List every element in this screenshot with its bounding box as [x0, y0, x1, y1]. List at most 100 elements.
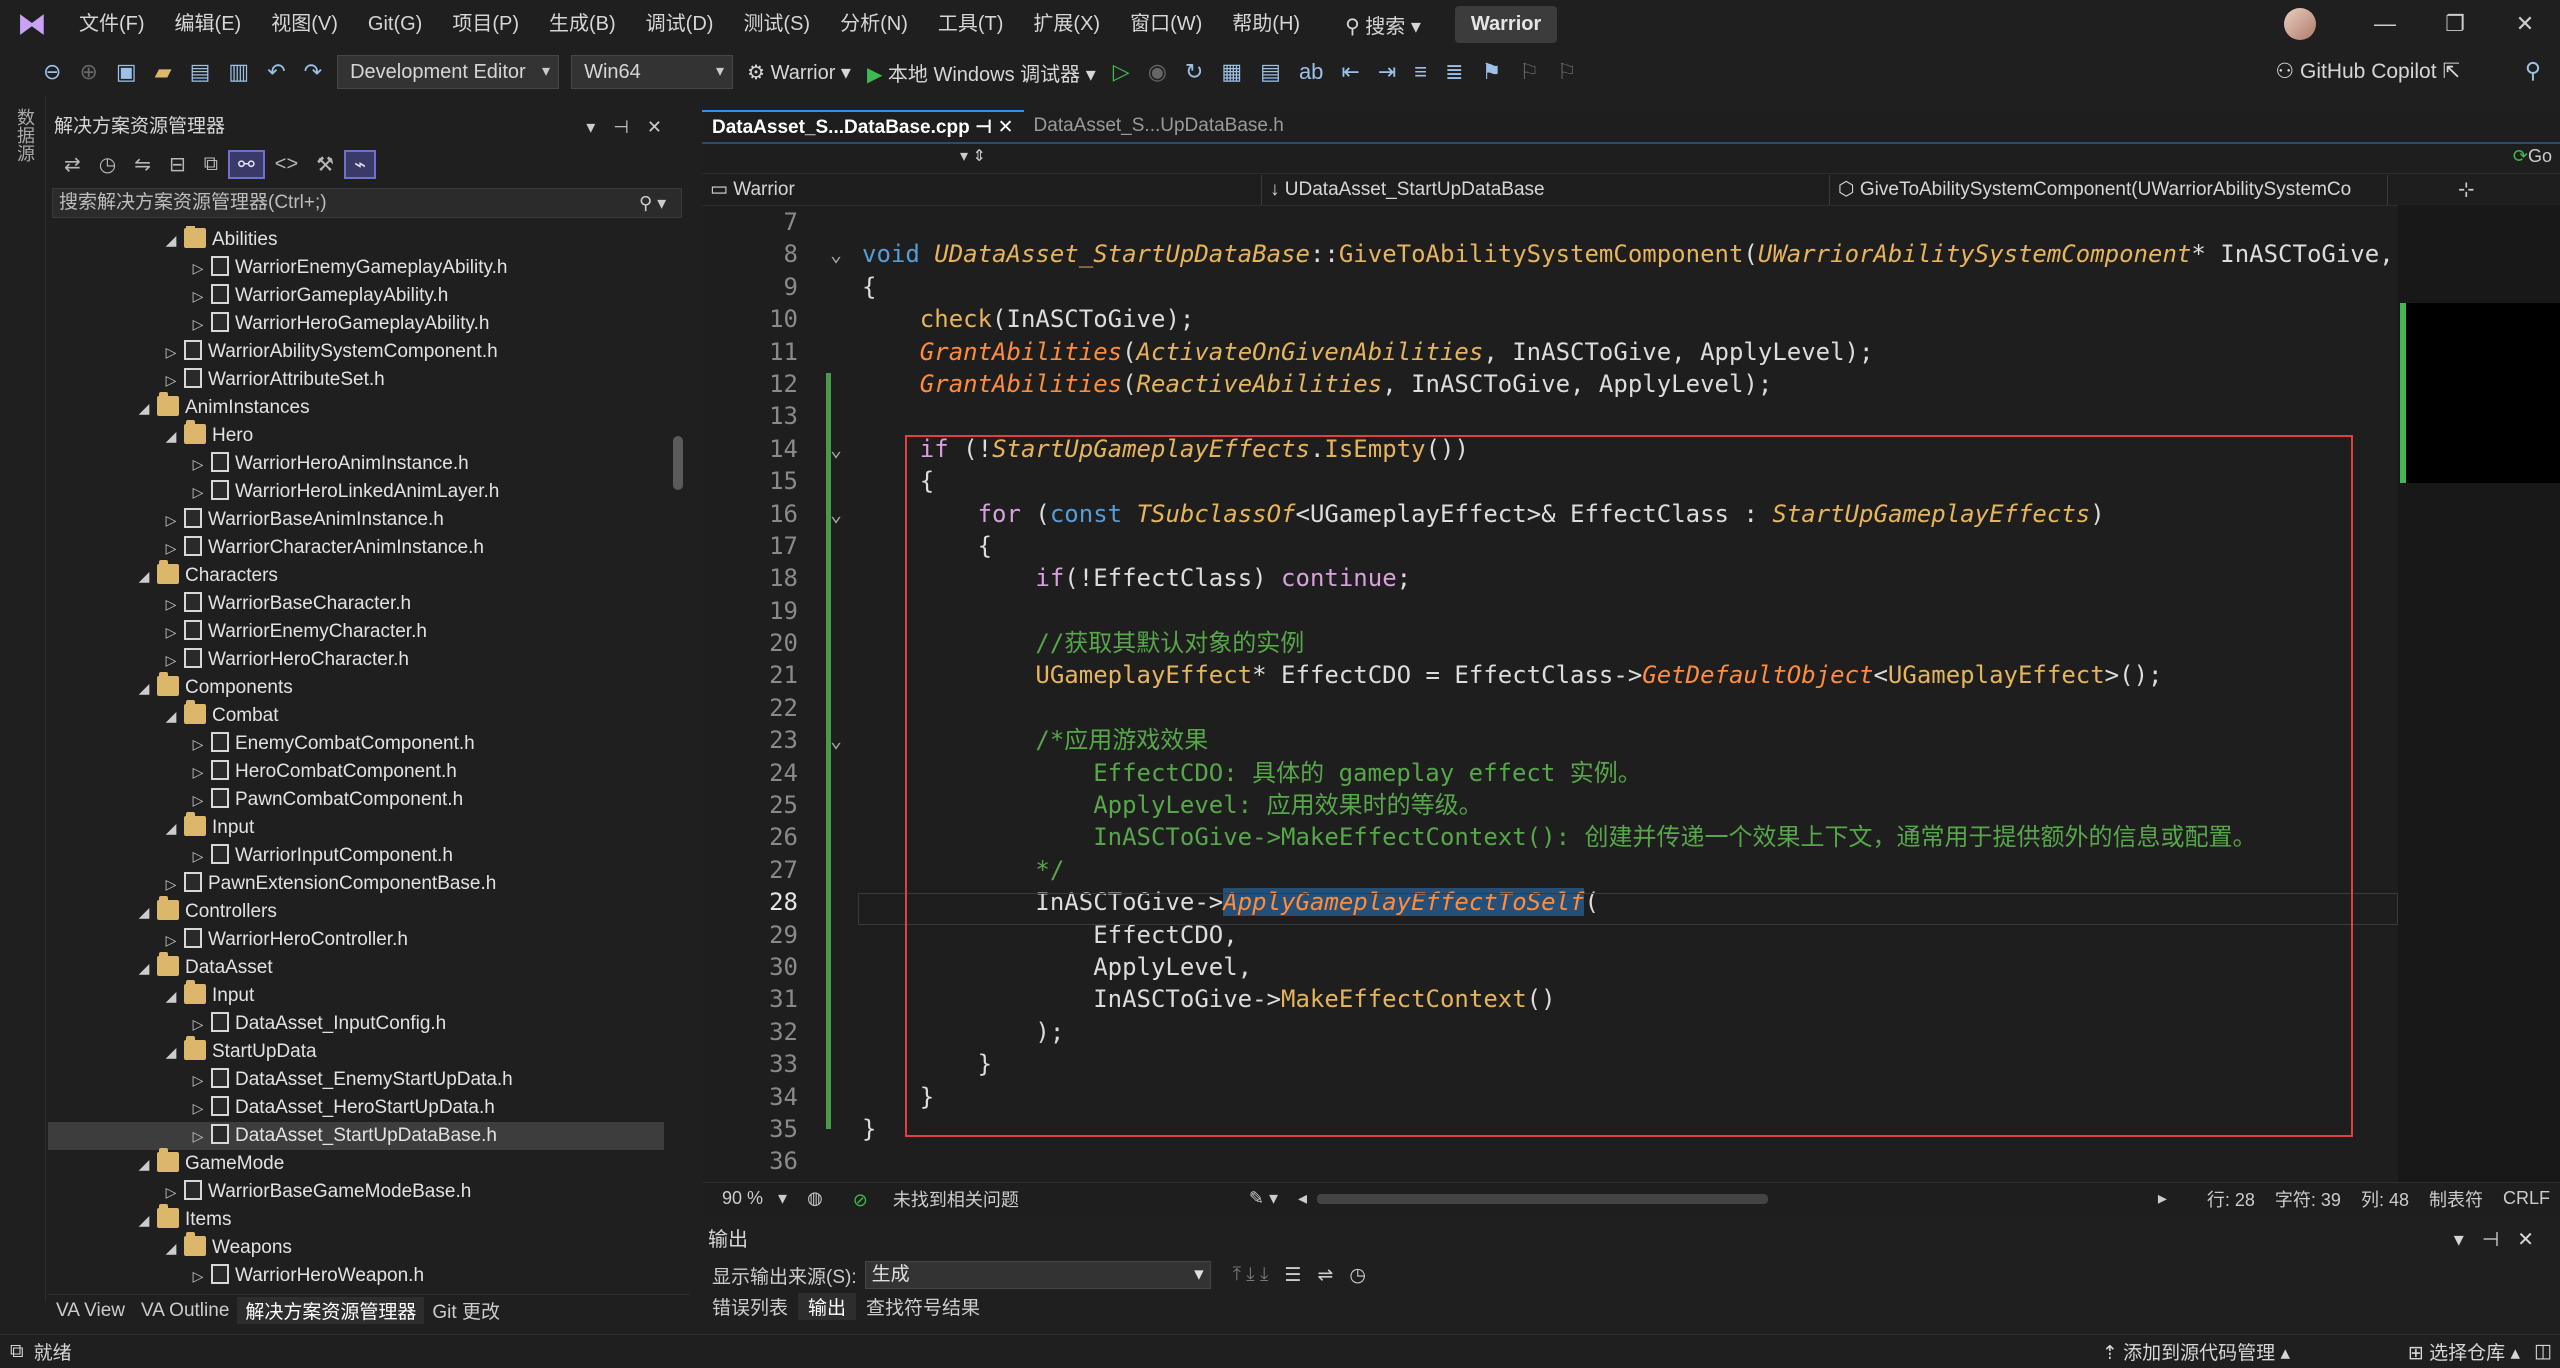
tree-item[interactable]: ◢ AnimInstances	[48, 391, 664, 422]
spell-icon[interactable]: ab	[1290, 59, 1332, 85]
collapsed-arrow-icon[interactable]: ▷	[158, 338, 184, 366]
code-area[interactable]: 7 8 ⌄ void UDataAsset_StartUpDataBase::Give…	[702, 206, 2402, 1182]
tree-item[interactable]: ▷ WarriorHeroGameplayAbility.h	[48, 310, 664, 338]
redo-icon[interactable]: ↷	[295, 59, 331, 85]
bookmark-icon[interactable]: ⚑	[1473, 59, 1511, 85]
forward-icon[interactable]: ⊕	[70, 59, 106, 85]
solution-search-input[interactable]	[59, 192, 639, 214]
collapse-all-icon[interactable]: ⊟	[161, 152, 194, 177]
expanded-arrow-icon[interactable]: ◢	[131, 674, 157, 702]
member-nav-dropdown[interactable]: ⬡ GiveToAbilitySystemComponent(UWarriorA…	[1830, 174, 2388, 205]
menu-item-1[interactable]: 编辑(E)	[160, 0, 257, 48]
new-project-icon[interactable]: ▣	[107, 59, 146, 85]
expanded-arrow-icon[interactable]: ◢	[131, 394, 157, 422]
collapsed-arrow-icon[interactable]: ▷	[158, 1178, 184, 1206]
tree-item[interactable]: ◢ StartUpData	[48, 1035, 664, 1066]
code-line[interactable]: 24 EffectCDO: 具体的 gameplay effect 实例。	[702, 757, 2402, 789]
tree-item[interactable]: ◢ Input	[48, 811, 664, 842]
tree-item[interactable]: ▷ DataAsset_EnemyStartUpData.h	[48, 1066, 664, 1094]
collapsed-arrow-icon[interactable]: ▷	[158, 646, 184, 674]
github-copilot-button[interactable]: ⚇ GitHub Copilot ⇱	[2275, 48, 2460, 96]
code-line[interactable]: 22	[702, 692, 2402, 724]
code-line[interactable]: 25 ApplyLevel: 应用效果时的等级。	[702, 789, 2402, 821]
collapsed-arrow-icon[interactable]: ▷	[185, 254, 211, 282]
collapsed-arrow-icon[interactable]: ▷	[185, 730, 211, 758]
tree-item[interactable]: ▷ WarriorBaseGameModeBase.h	[48, 1178, 664, 1206]
undo-icon[interactable]: ↶	[258, 59, 294, 85]
tree-item[interactable]: ▷ WarriorHeroController.h	[48, 926, 664, 954]
code-line[interactable]: 18 if(!EffectClass) continue;	[702, 562, 2402, 594]
code-line[interactable]: 19	[702, 595, 2402, 627]
tab-cpp-file[interactable]: DataAsset_S...DataBase.cpp ⊣ ✕	[702, 110, 1024, 142]
scrollbar-thumb[interactable]	[673, 436, 683, 490]
menu-item-4[interactable]: 项目(P)	[437, 0, 534, 48]
code-line[interactable]: 33 }	[702, 1048, 2402, 1080]
code-line[interactable]: 8 ⌄ void UDataAsset_StartUpDataBase::GiveT…	[702, 238, 2402, 270]
code-line[interactable]: 16 ⌄ for (const TSubclassOf<UGameplayEffe…	[702, 498, 2402, 530]
project-nav-dropdown[interactable]: ▭ Warrior	[702, 174, 1262, 205]
output-source-dropdown[interactable]: 生成	[864, 1261, 1211, 1289]
scope-dropdown-icon[interactable]: ▾ ⇕	[960, 146, 986, 166]
hscroll-left-icon[interactable]: ◂	[1288, 1188, 1317, 1209]
feedback-icon[interactable]: ⚲	[2516, 58, 2550, 84]
code-line[interactable]: 23 ⌄ /*应用游戏效果	[702, 724, 2402, 756]
tree-item[interactable]: ▷ WarriorBaseCharacter.h	[48, 590, 664, 618]
split-icon[interactable]: ⊹	[2458, 177, 2475, 202]
tree-item[interactable]: ▷ PawnExtensionComponentBase.h	[48, 870, 664, 898]
minimap-viewport[interactable]	[2400, 303, 2560, 483]
browser-icon[interactable]: ▦	[1212, 59, 1251, 85]
copilot-status-icon[interactable]: ◍	[797, 1188, 833, 1209]
tab-header-file[interactable]: DataAsset_S...UpDataBase.h	[1024, 110, 1294, 142]
code-line[interactable]: 34 }	[702, 1081, 2402, 1113]
save-icon[interactable]: ▤	[181, 59, 220, 85]
code-line[interactable]: 15 {	[702, 465, 2402, 497]
hscroll-right-icon[interactable]: ▸	[2148, 1188, 2177, 1209]
preview-icon[interactable]: ⌁	[344, 149, 377, 179]
code-icon[interactable]: <>	[267, 153, 306, 176]
close-icon[interactable]: ✕	[2490, 11, 2560, 37]
collapsed-arrow-icon[interactable]: ▷	[158, 926, 184, 954]
output-tab-1[interactable]: 输出	[798, 1292, 857, 1320]
history-icon[interactable]: ◷	[91, 152, 124, 177]
bottom-tab-0[interactable]: VA View	[48, 1300, 133, 1322]
collapsed-arrow-icon[interactable]: ▷	[185, 842, 211, 870]
collapsed-arrow-icon[interactable]: ▷	[185, 450, 211, 478]
tree-item[interactable]: ◢ Abilities	[48, 226, 664, 254]
indent-icon[interactable]: ⇤	[1332, 59, 1368, 85]
tree-item[interactable]: ▷ PawnCombatComponent.h	[48, 786, 664, 814]
tree-item[interactable]: ▷ WarriorEnemyGameplayAbility.h	[48, 254, 664, 282]
tree-item[interactable]: ◢ GameMode	[48, 1147, 664, 1178]
tree-item[interactable]: ▷ WarriorBaseAnimInstance.h	[48, 506, 664, 534]
expanded-arrow-icon[interactable]: ◢	[131, 898, 157, 926]
layout-icon[interactable]: ▤	[1251, 59, 1290, 85]
tree-item[interactable]: ◢ Items	[48, 1203, 664, 1234]
go-button[interactable]: ⟳Go	[2513, 146, 2552, 167]
collapsed-arrow-icon[interactable]: ▷	[158, 618, 184, 646]
tree-item[interactable]: ▷ WarriorHeroCharacter.h	[48, 646, 664, 674]
expanded-arrow-icon[interactable]: ◢	[158, 814, 184, 842]
restore-icon[interactable]: ❐	[2420, 11, 2490, 37]
code-line[interactable]: 36	[702, 1145, 2402, 1177]
platform-dropdown[interactable]: Win64	[571, 55, 734, 89]
code-line[interactable]: 32 );	[702, 1016, 2402, 1048]
code-line[interactable]: 9{	[702, 271, 2402, 303]
pin-icon[interactable]: ⊣	[975, 117, 992, 138]
avatar[interactable]	[2284, 8, 2316, 40]
expanded-arrow-icon[interactable]: ◢	[158, 1234, 184, 1262]
collapsed-arrow-icon[interactable]: ▷	[185, 1094, 211, 1122]
bottom-tab-1[interactable]: VA Outline	[133, 1300, 237, 1322]
menu-item-0[interactable]: 文件(F)	[64, 0, 160, 48]
code-line[interactable]: 35}	[702, 1113, 2402, 1145]
tree-item[interactable]: ◢ Input	[48, 979, 664, 1010]
search-box[interactable]: ⚲ 搜索 ▾	[1333, 10, 1433, 39]
collapsed-arrow-icon[interactable]: ▷	[185, 310, 211, 338]
clear-all-icon[interactable]: ☰	[1284, 1264, 1301, 1287]
menu-item-2[interactable]: 视图(V)	[256, 0, 353, 48]
start-debugger-button[interactable]: ▶ 本地 Windows 调试器 ▾	[859, 58, 1104, 87]
char-indicator[interactable]: 字符: 39	[2265, 1186, 2351, 1212]
expanded-arrow-icon[interactable]: ◢	[158, 422, 184, 450]
refresh-icon[interactable]: ↻	[1176, 59, 1212, 85]
code-line[interactable]: 31 InASCToGive->MakeEffectContext()	[702, 983, 2402, 1015]
notifications-icon[interactable]: ◫	[2534, 1340, 2552, 1363]
fold-toggle-icon[interactable]: ⌄	[830, 498, 842, 530]
